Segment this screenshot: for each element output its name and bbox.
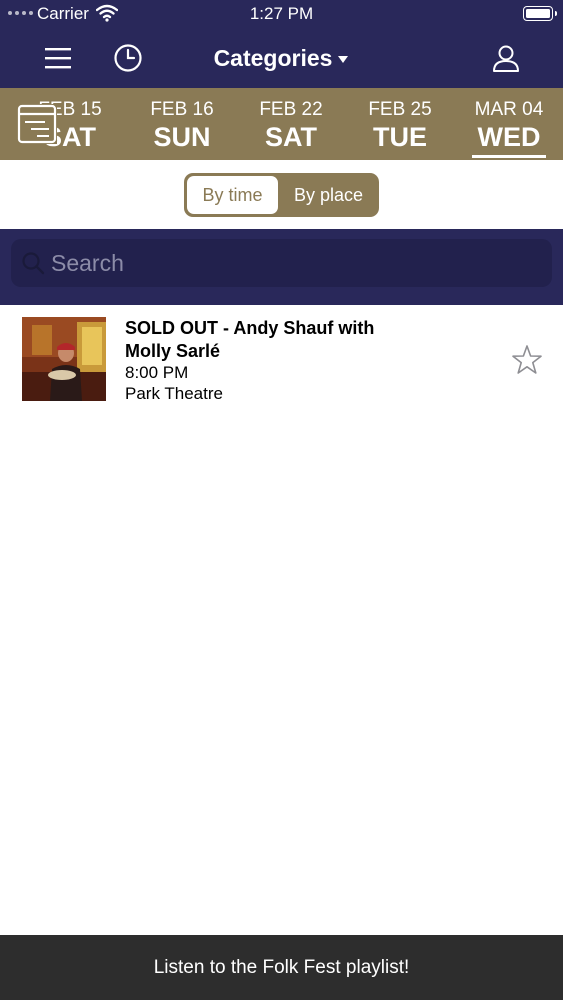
search-bar: [0, 229, 563, 305]
date-month-day: FEB 22: [259, 99, 323, 120]
playlist-banner-button[interactable]: Listen to the Folk Fest playlist!: [0, 935, 563, 1000]
battery-icon: [523, 6, 557, 21]
date-month-day: FEB 25: [368, 99, 432, 120]
date-item-selected[interactable]: MAR 04 WED: [459, 98, 559, 158]
user-icon: [493, 45, 519, 72]
date-month-day: MAR 04: [474, 99, 544, 120]
event-venue: Park Theatre: [125, 384, 223, 403]
categories-dropdown[interactable]: Categories: [181, 44, 381, 72]
date-weekday: TUE: [373, 122, 427, 152]
event-time: 8:00 PM: [125, 363, 189, 382]
star-outline-icon: [512, 345, 542, 374]
clock-icon: [114, 44, 142, 72]
by-time-tab[interactable]: By time: [187, 176, 278, 214]
date-item[interactable]: FEB 25 TUE: [350, 98, 450, 152]
search-icon: [22, 252, 45, 275]
history-button[interactable]: [108, 40, 148, 76]
date-month-day: FEB 16: [150, 99, 214, 120]
sort-segmented-control: By time By place: [184, 173, 379, 217]
caret-down-icon: [338, 55, 349, 63]
date-weekday: WED: [477, 122, 541, 152]
top-bar: Carrier 1:27 PM Categories: [0, 0, 563, 88]
hamburger-icon: [45, 48, 71, 69]
status-time: 1:27 PM: [249, 4, 314, 23]
selected-date-underline: [472, 155, 546, 158]
date-item[interactable]: FEB 22 SAT: [241, 98, 341, 152]
search-field: [11, 239, 552, 287]
sort-toggle-bar: By time By place: [0, 160, 563, 229]
status-bar: Carrier 1:27 PM: [0, 0, 563, 28]
event-list-item[interactable]: SOLD OUT - Andy Shauf with Molly Sarlé 8…: [0, 305, 563, 415]
page-title: Categories: [213, 44, 333, 71]
date-item[interactable]: FEB 16 SUN: [132, 98, 232, 152]
event-title: SOLD OUT - Andy Shauf with Molly Sarlé: [125, 318, 375, 361]
favorite-button[interactable]: [510, 343, 544, 377]
date-weekday: SUN: [153, 122, 211, 152]
account-button[interactable]: [486, 40, 526, 76]
by-place-tab[interactable]: By place: [281, 176, 376, 214]
calendar-filter-button[interactable]: [17, 104, 57, 144]
menu-button[interactable]: [38, 40, 78, 76]
calendar-filter-icon: [17, 104, 57, 144]
date-weekday: SAT: [265, 122, 317, 152]
date-strip: FEB 15 SAT FEB 16 SUN FEB 22 SAT FEB 25 …: [0, 88, 563, 160]
event-thumbnail: [22, 317, 106, 401]
search-input[interactable]: [51, 239, 541, 287]
